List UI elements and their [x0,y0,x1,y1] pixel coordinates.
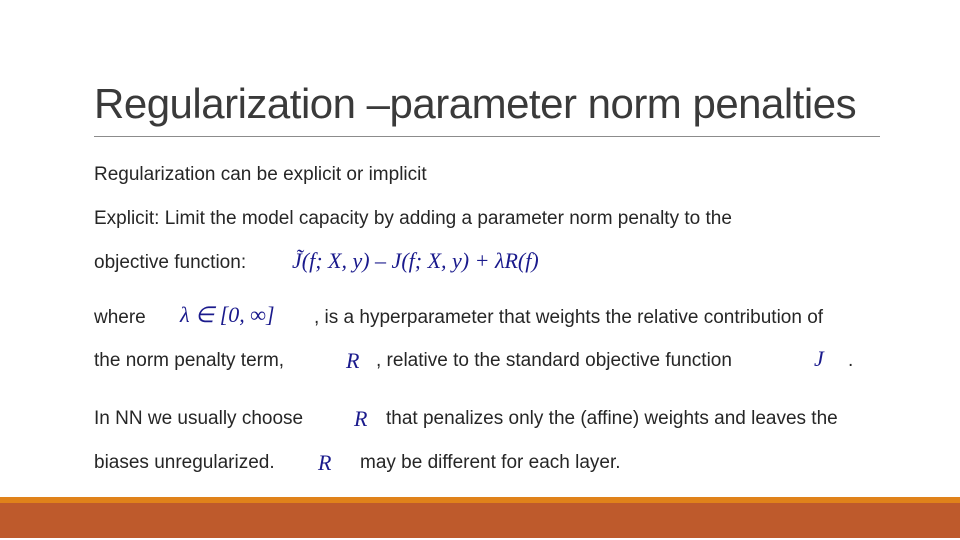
text-biases: biases unregularized. [94,452,275,473]
lambda-range-formula: λ ∈ [0, ∞] [180,302,275,327]
math-J: J [814,346,824,371]
math-R-1: R [346,348,360,373]
text-line-1: Regularization can be explicit or implic… [94,164,427,185]
math-R-3: R [318,450,332,475]
text-different: may be different for each layer. [360,452,621,473]
objective-formula: J̃(f; X, y) – J(f; X, y) + λR(f) [292,248,539,273]
slide-title: Regularization –parameter norm penalties [94,80,857,127]
title-rule [94,136,880,137]
text-penalizes: that penalizes only the (affine) weights… [386,408,838,429]
text-line-2: Explicit: Limit the model capacity by ad… [94,208,732,229]
text-norm-penalty: the norm penalty term, [94,350,285,371]
text-hyperparameter: , is a hyperparameter that weights the r… [314,307,824,328]
text-line-3: objective function: [94,252,247,273]
text-nn-choose: In NN we usually choose [94,408,304,429]
text-period: . [848,350,854,371]
footer-band [0,503,960,538]
text-where: where [94,307,146,328]
text-relative: , relative to the standard objective fun… [376,350,732,371]
math-R-2: R [354,406,368,431]
